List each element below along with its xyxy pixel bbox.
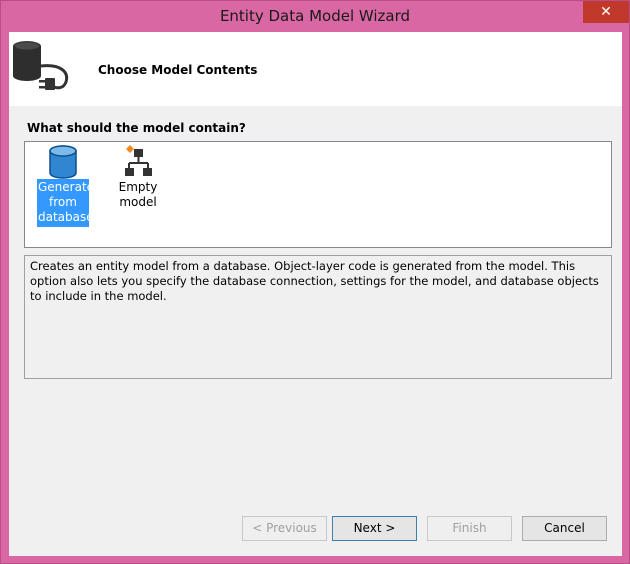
model-contents-question: What should the model contain? (27, 121, 246, 135)
database-icon (49, 145, 77, 179)
cancel-button[interactable]: Cancel (522, 516, 607, 541)
option-empty-model[interactable]: Empty model (99, 145, 177, 210)
option-description: Creates an entity model from a database.… (24, 255, 612, 379)
wizard-client-area: Choose Model Contents What should the mo… (9, 32, 622, 556)
next-button[interactable]: Next > (332, 516, 417, 541)
option-generate-from-database[interactable]: Generate from database (37, 145, 94, 227)
wizard-header: Choose Model Contents (9, 32, 622, 106)
finish-button[interactable]: Finish (427, 516, 512, 541)
option-label: Empty model (118, 180, 158, 209)
close-button[interactable]: ✕ (583, 1, 629, 23)
close-icon: ✕ (600, 4, 612, 20)
window-title: Entity Data Model Wizard (219, 7, 411, 25)
wizard-window: Entity Data Model Wizard ✕ Choose Model … (0, 0, 630, 564)
model-options-list[interactable]: Generate from database Empty model (24, 141, 612, 248)
page-title: Choose Model Contents (98, 63, 258, 77)
previous-button[interactable]: < Previous (242, 516, 327, 541)
option-label: Generate from database (37, 179, 94, 227)
hierarchy-icon (125, 145, 152, 176)
title-bar[interactable]: Entity Data Model Wizard ✕ (1, 1, 629, 33)
database-plug-icon (13, 41, 69, 90)
